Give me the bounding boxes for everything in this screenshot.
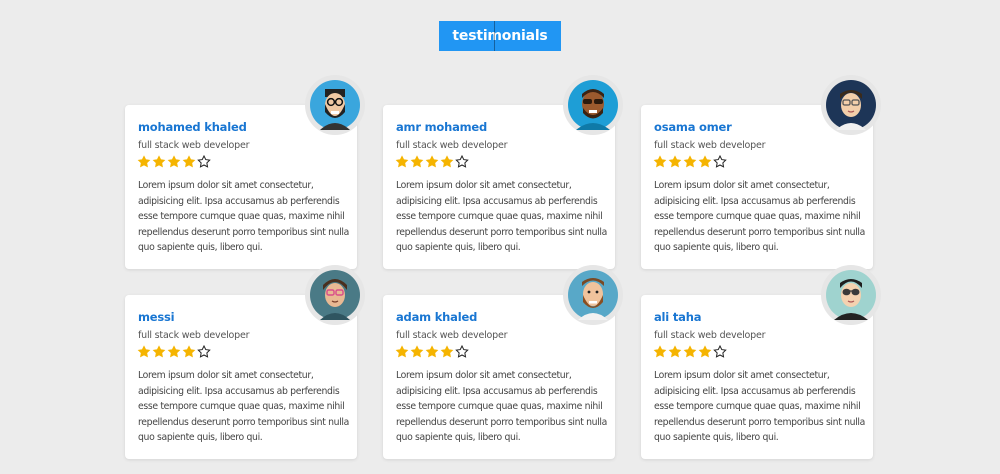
testimonial-role: full stack web developer — [396, 330, 508, 341]
star-filled-icon — [137, 155, 151, 168]
testimonial-role: full stack web developer — [654, 330, 766, 341]
star-filled-icon — [440, 345, 454, 358]
testimonial-text: Lorem ipsum dolor sit amet consectetur, … — [654, 370, 866, 444]
star-filled-icon — [440, 155, 454, 168]
testimonial-card: mohamed khaled full stack web developer … — [125, 75, 365, 269]
star-filled-icon — [683, 345, 697, 358]
testimonial-text: Lorem ipsum dolor sit amet consectetur, … — [138, 370, 350, 444]
testimonial-name: ali taha — [654, 310, 702, 324]
testimonial-name: amr mohamed — [396, 120, 488, 134]
testimonial-name: mohamed khaled — [138, 120, 247, 134]
testimonial-card: ali taha full stack web developer Lorem … — [641, 265, 881, 459]
star-empty-icon — [455, 345, 469, 358]
star-filled-icon — [698, 155, 712, 168]
testimonial-card: messi full stack web developer Lorem ips… — [125, 265, 365, 459]
testimonial-text: Lorem ipsum dolor sit amet consectetur, … — [396, 370, 608, 444]
star-filled-icon — [668, 155, 682, 168]
avatar — [563, 265, 623, 325]
testimonial-name: messi — [138, 310, 175, 324]
star-filled-icon — [182, 345, 196, 358]
avatar-beard-glasses-icon — [310, 80, 360, 130]
testimonials-grid: mohamed khaled full stack web developer … — [125, 75, 881, 459]
star-rating — [395, 155, 470, 169]
testimonial-text: Lorem ipsum dolor sit amet consectetur, … — [654, 180, 866, 254]
star-rating — [137, 155, 212, 169]
avatar-ginger-beard-icon — [568, 270, 618, 320]
avatar — [563, 75, 623, 135]
testimonial-name: osama omer — [654, 120, 732, 134]
testimonial-card: adam khaled full stack web developer Lor… — [383, 265, 623, 459]
avatar — [305, 265, 365, 325]
avatar-pink-glasses-icon — [310, 270, 360, 320]
testimonial-role: full stack web developer — [396, 140, 508, 151]
star-rating — [653, 345, 728, 359]
testimonial-card: osama omer full stack web developer Lore… — [641, 75, 881, 269]
star-filled-icon — [182, 155, 196, 168]
avatar-glasses-icon — [826, 80, 876, 130]
star-empty-icon — [197, 345, 211, 358]
star-filled-icon — [395, 155, 409, 168]
title-wrapper: testimonials — [0, 21, 1000, 51]
testimonial-role: full stack web developer — [654, 140, 766, 151]
testimonial-role: full stack web developer — [138, 330, 250, 341]
star-rating — [137, 345, 212, 359]
star-filled-icon — [410, 155, 424, 168]
testimonial-card: amr mohamed full stack web developer Lor… — [383, 75, 623, 269]
star-filled-icon — [167, 155, 181, 168]
star-filled-icon — [410, 345, 424, 358]
star-filled-icon — [698, 345, 712, 358]
star-filled-icon — [668, 345, 682, 358]
star-filled-icon — [425, 345, 439, 358]
testimonial-text: Lorem ipsum dolor sit amet consectetur, … — [396, 180, 608, 254]
testimonial-role: full stack web developer — [138, 140, 250, 151]
star-filled-icon — [152, 155, 166, 168]
star-rating — [653, 155, 728, 169]
star-filled-icon — [653, 155, 667, 168]
avatar — [821, 265, 881, 325]
testimonial-name: adam khaled — [396, 310, 478, 324]
avatar — [821, 75, 881, 135]
star-filled-icon — [152, 345, 166, 358]
star-empty-icon — [713, 345, 727, 358]
star-filled-icon — [395, 345, 409, 358]
star-filled-icon — [683, 155, 697, 168]
testimonial-text: Lorem ipsum dolor sit amet consectetur, … — [138, 180, 350, 254]
star-filled-icon — [137, 345, 151, 358]
avatar — [305, 75, 365, 135]
star-filled-icon — [167, 345, 181, 358]
avatar-sunglasses-icon — [568, 80, 618, 130]
star-empty-icon — [197, 155, 211, 168]
star-filled-icon — [425, 155, 439, 168]
star-rating — [395, 345, 470, 359]
star-filled-icon — [653, 345, 667, 358]
avatar-aviator-glasses-icon — [826, 270, 876, 320]
section-title: testimonials — [439, 21, 561, 51]
star-empty-icon — [455, 155, 469, 168]
star-empty-icon — [713, 155, 727, 168]
